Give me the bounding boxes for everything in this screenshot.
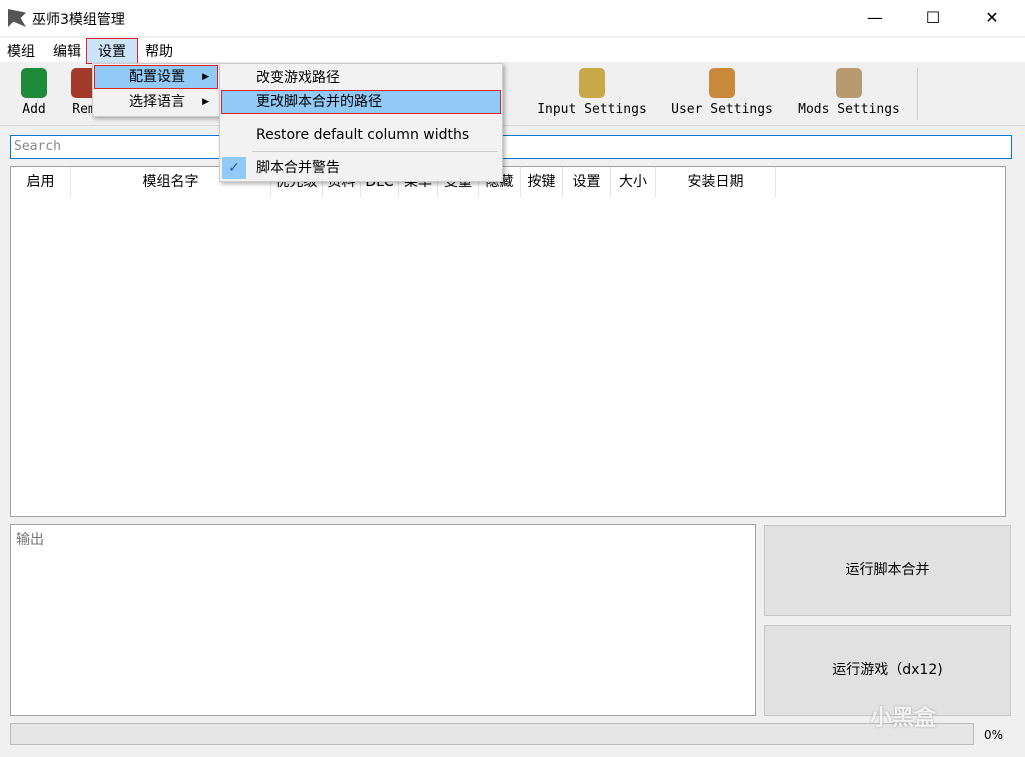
scroll-icon <box>579 68 605 98</box>
parchment-icon <box>836 68 862 98</box>
submenu-arrow-icon: ▶ <box>202 97 209 107</box>
language-label: 选择语言 <box>129 94 185 110</box>
add-button[interactable]: Add <box>16 68 52 117</box>
col-enabled[interactable]: 启用 <box>11 167 71 197</box>
window-title: 巫师3模组管理 <box>32 12 125 28</box>
config-label: 配置设置 <box>129 69 185 85</box>
mod-table[interactable]: 启用 模组名字 优先级 资料 DLC 菜单 变量 隐藏 按键 设置 大小 安装日… <box>10 166 1006 517</box>
run-script-merger-button[interactable]: 运行脚本合并 <box>764 525 1011 616</box>
menu-settings[interactable]: 设置 <box>86 38 138 64</box>
menu-edit[interactable]: 编辑 <box>53 41 81 61</box>
settings-dropdown: 配置设置 ▶ 选择语言 ▶ <box>92 63 220 117</box>
add-label: Add <box>22 102 46 117</box>
config-submenu: 改变游戏路径 更改脚本合并的路径 Restore default column … <box>219 63 503 182</box>
output-textarea[interactable]: 输出 <box>10 524 756 716</box>
menu-item-language[interactable]: 选择语言 ▶ <box>95 91 217 113</box>
menu-item-merger-warning[interactable]: ✓ 脚本合并警告 <box>222 157 500 179</box>
toolbar-separator <box>917 68 918 120</box>
merger-warning-label: 脚本合并警告 <box>256 160 340 176</box>
col-keys[interactable]: 按键 <box>521 167 563 197</box>
mods-settings-label: Mods Settings <box>798 102 900 117</box>
minimize-button[interactable]: — <box>852 0 898 36</box>
input-settings-button[interactable]: Input Settings <box>532 68 652 117</box>
close-button[interactable]: ✕ <box>969 0 1015 36</box>
checkmark-icon: ✓ <box>222 157 246 179</box>
add-icon <box>21 68 47 98</box>
scroll-seal-icon <box>709 68 735 98</box>
col-install-date[interactable]: 安装日期 <box>656 167 776 197</box>
col-size[interactable]: 大小 <box>611 167 656 197</box>
search-input[interactable]: Search <box>10 135 1012 159</box>
progress-bar <box>10 723 974 745</box>
col-settings[interactable]: 设置 <box>563 167 611 197</box>
menu-item-change-merger-path[interactable]: 更改脚本合并的路径 <box>221 90 501 114</box>
mods-settings-button[interactable]: Mods Settings <box>794 68 904 117</box>
maximize-button[interactable]: ☐ <box>910 0 956 36</box>
input-settings-label: Input Settings <box>537 102 647 117</box>
progress-label: 0% <box>984 728 1004 742</box>
menu-item-change-game-path[interactable]: 改变游戏路径 <box>222 67 500 89</box>
menu-item-restore-columns[interactable]: Restore default column widths <box>222 124 500 146</box>
menu-help[interactable]: 帮助 <box>145 41 173 61</box>
user-settings-button[interactable]: User Settings <box>666 68 778 117</box>
menu-separator <box>252 151 498 152</box>
submenu-arrow-icon: ▶ <box>202 72 209 82</box>
menu-mods[interactable]: 模组 <box>7 41 35 61</box>
watermark: 小黑盒 <box>870 706 937 731</box>
menu-item-config[interactable]: 配置设置 ▶ <box>94 65 218 89</box>
user-settings-label: User Settings <box>671 102 773 117</box>
